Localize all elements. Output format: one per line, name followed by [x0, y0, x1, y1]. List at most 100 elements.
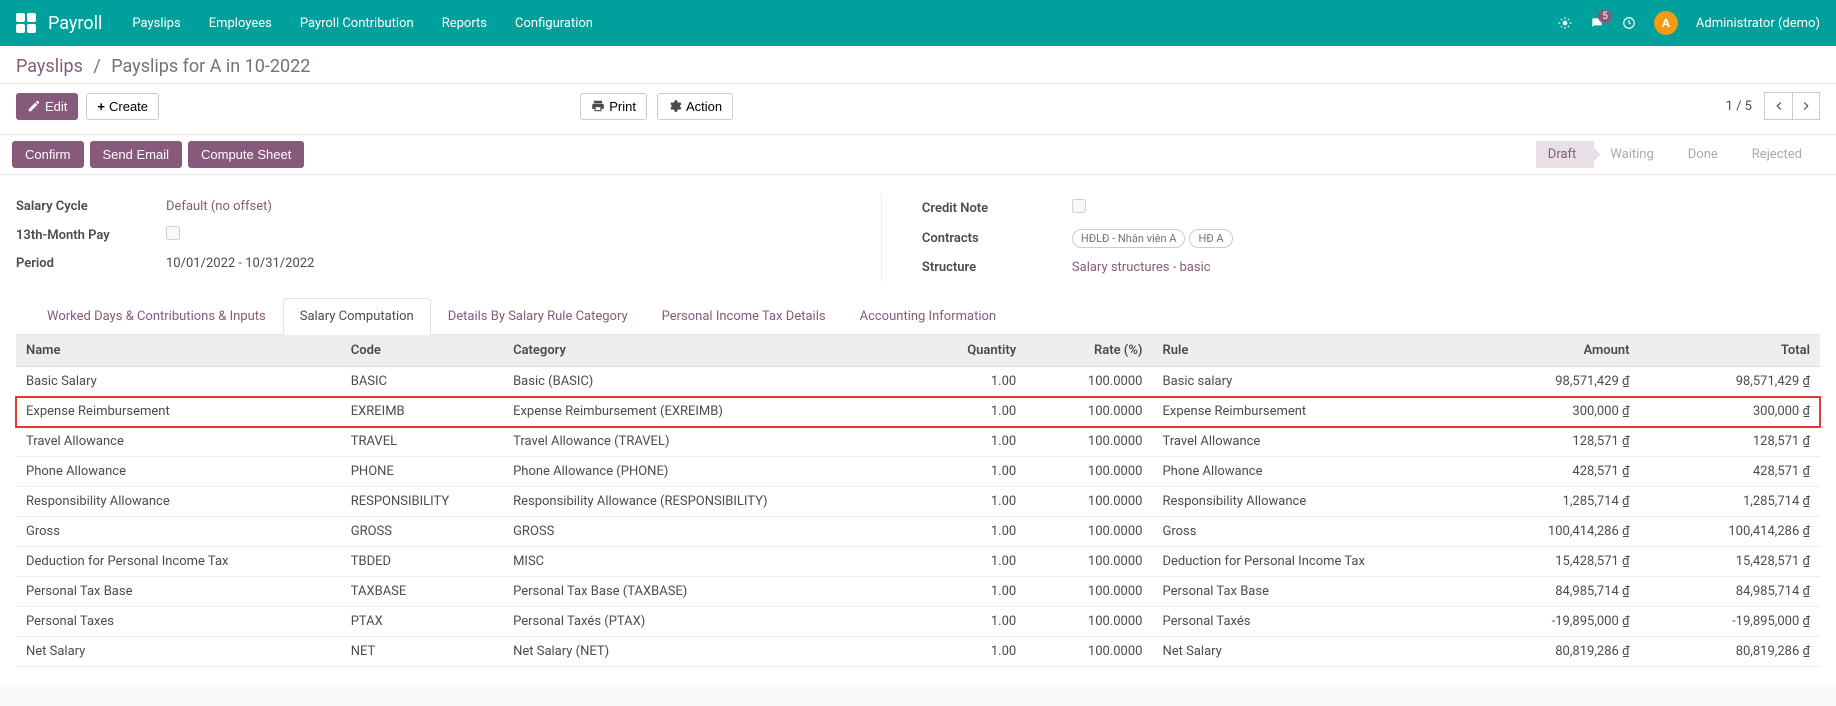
- activity-icon[interactable]: [1622, 16, 1636, 31]
- cell-category: Travel Allowance (TRAVEL): [503, 427, 900, 457]
- cell-total: -19,895,000 ₫: [1640, 607, 1820, 637]
- structure-value[interactable]: Salary structures - basic: [1072, 260, 1211, 275]
- salary-cycle-value[interactable]: Default (no offset): [166, 199, 272, 214]
- menu-reports[interactable]: Reports: [442, 16, 487, 31]
- create-button[interactable]: + Create: [86, 93, 159, 120]
- cell-quantity: 1.00: [900, 427, 1026, 457]
- tab-4[interactable]: Accounting Information: [843, 298, 1014, 335]
- breadcrumb: Payslips / Payslips for A in 10-2022: [16, 56, 1820, 77]
- cell-total: 84,985,714 ₫: [1640, 577, 1820, 607]
- cell-rate: 100.0000: [1026, 637, 1152, 667]
- cell-category: Basic (BASIC): [503, 367, 900, 397]
- apps-icon[interactable]: [16, 13, 36, 33]
- stage-waiting[interactable]: Waiting: [1598, 141, 1671, 168]
- cell-category: Net Salary (NET): [503, 637, 900, 667]
- table-row[interactable]: Travel AllowanceTRAVELTravel Allowance (…: [16, 427, 1820, 457]
- menu-payroll-contribution[interactable]: Payroll Contribution: [300, 16, 414, 31]
- stage-done[interactable]: Done: [1676, 141, 1736, 168]
- print-icon: [591, 99, 605, 113]
- contracts-label: Contracts: [922, 231, 1072, 246]
- col-total[interactable]: Total: [1640, 335, 1820, 367]
- cell-code: PTAX: [341, 607, 503, 637]
- cell-name: Travel Allowance: [16, 427, 341, 457]
- table-row[interactable]: Expense ReimbursementEXREIMBExpense Reim…: [16, 397, 1820, 427]
- cell-code: BASIC: [341, 367, 503, 397]
- tab-0[interactable]: Worked Days & Contributions & Inputs: [30, 298, 283, 335]
- cell-rate: 100.0000: [1026, 577, 1152, 607]
- cell-amount: 98,571,429 ₫: [1459, 367, 1639, 397]
- status-bar: Confirm Send Email Compute Sheet DraftWa…: [0, 134, 1836, 175]
- table-row[interactable]: Personal TaxesPTAXPersonal Taxés (PTAX)1…: [16, 607, 1820, 637]
- cell-category: Personal Tax Base (TAXBASE): [503, 577, 900, 607]
- cell-amount: 428,571 ₫: [1459, 457, 1639, 487]
- send-email-button[interactable]: Send Email: [90, 141, 182, 168]
- stages: DraftWaitingDoneRejected: [1536, 141, 1824, 168]
- cell-name: Deduction for Personal Income Tax: [16, 547, 341, 577]
- cell-rule: Personal Taxés: [1152, 607, 1459, 637]
- print-button[interactable]: Print: [580, 93, 647, 120]
- cell-rule: Net Salary: [1152, 637, 1459, 667]
- cell-name: Expense Reimbursement: [16, 397, 341, 427]
- col-rule[interactable]: Rule: [1152, 335, 1459, 367]
- action-button[interactable]: Action: [657, 93, 733, 120]
- cell-code: TAXBASE: [341, 577, 503, 607]
- cell-code: GROSS: [341, 517, 503, 547]
- tab-3[interactable]: Personal Income Tax Details: [645, 298, 843, 335]
- table-row[interactable]: GrossGROSSGROSS1.00100.0000Gross100,414,…: [16, 517, 1820, 547]
- pager-next[interactable]: [1792, 92, 1820, 120]
- tab-1[interactable]: Salary Computation: [283, 298, 431, 335]
- tab-2[interactable]: Details By Salary Rule Category: [431, 298, 645, 335]
- col-amount[interactable]: Amount: [1459, 335, 1639, 367]
- menu-configuration[interactable]: Configuration: [515, 16, 593, 31]
- period-label: Period: [16, 256, 166, 271]
- col-quantity[interactable]: Quantity: [900, 335, 1026, 367]
- cell-rate: 100.0000: [1026, 457, 1152, 487]
- menu-payslips[interactable]: Payslips: [132, 16, 180, 31]
- table-row[interactable]: Basic SalaryBASICBasic (BASIC)1.00100.00…: [16, 367, 1820, 397]
- credit-note-checkbox[interactable]: [1072, 199, 1086, 213]
- cell-total: 428,571 ₫: [1640, 457, 1820, 487]
- cell-amount: 1,285,714 ₫: [1459, 487, 1639, 517]
- cell-quantity: 1.00: [900, 487, 1026, 517]
- cell-rule: Responsibility Allowance: [1152, 487, 1459, 517]
- bug-icon[interactable]: [1558, 16, 1572, 31]
- confirm-button[interactable]: Confirm: [12, 141, 84, 168]
- messages-icon[interactable]: 5: [1590, 16, 1604, 31]
- contract-tag[interactable]: HĐLĐ - Nhân viên A: [1072, 229, 1186, 248]
- breadcrumb-bar: Payslips / Payslips for A in 10-2022: [0, 46, 1836, 84]
- table-row[interactable]: Phone AllowancePHONEPhone Allowance (PHO…: [16, 457, 1820, 487]
- cell-rate: 100.0000: [1026, 367, 1152, 397]
- pager-prev[interactable]: [1764, 92, 1792, 120]
- cell-quantity: 1.00: [900, 607, 1026, 637]
- chevron-left-icon: [1772, 99, 1786, 113]
- breadcrumb-parent[interactable]: Payslips: [16, 56, 83, 77]
- col-category[interactable]: Category: [503, 335, 900, 367]
- thirteenth-checkbox[interactable]: [166, 226, 180, 240]
- table-row[interactable]: Net SalaryNETNet Salary (NET)1.00100.000…: [16, 637, 1820, 667]
- contract-tag[interactable]: HĐ A: [1189, 229, 1232, 248]
- cell-quantity: 1.00: [900, 577, 1026, 607]
- cell-total: 15,428,571 ₫: [1640, 547, 1820, 577]
- table-row[interactable]: Responsibility AllowanceRESPONSIBILITYRe…: [16, 487, 1820, 517]
- plus-icon: +: [97, 99, 105, 114]
- menu-employees[interactable]: Employees: [209, 16, 272, 31]
- user-name[interactable]: Administrator (demo): [1696, 16, 1820, 31]
- cell-name: Net Salary: [16, 637, 341, 667]
- col-name[interactable]: Name: [16, 335, 341, 367]
- col-rate[interactable]: Rate (%): [1026, 335, 1152, 367]
- cell-total: 128,571 ₫: [1640, 427, 1820, 457]
- table-row[interactable]: Personal Tax BaseTAXBASEPersonal Tax Bas…: [16, 577, 1820, 607]
- edit-button[interactable]: Edit: [16, 93, 78, 120]
- table-row[interactable]: Deduction for Personal Income TaxTBDEDMI…: [16, 547, 1820, 577]
- cell-code: RESPONSIBILITY: [341, 487, 503, 517]
- cell-amount: 128,571 ₫: [1459, 427, 1639, 457]
- stage-draft[interactable]: Draft: [1536, 141, 1595, 168]
- col-code[interactable]: Code: [341, 335, 503, 367]
- cell-rule: Travel Allowance: [1152, 427, 1459, 457]
- avatar[interactable]: A: [1654, 11, 1678, 35]
- stage-rejected[interactable]: Rejected: [1740, 141, 1820, 168]
- cell-code: TBDED: [341, 547, 503, 577]
- cell-rule: Deduction for Personal Income Tax: [1152, 547, 1459, 577]
- compute-sheet-button[interactable]: Compute Sheet: [188, 141, 304, 168]
- cell-name: Basic Salary: [16, 367, 341, 397]
